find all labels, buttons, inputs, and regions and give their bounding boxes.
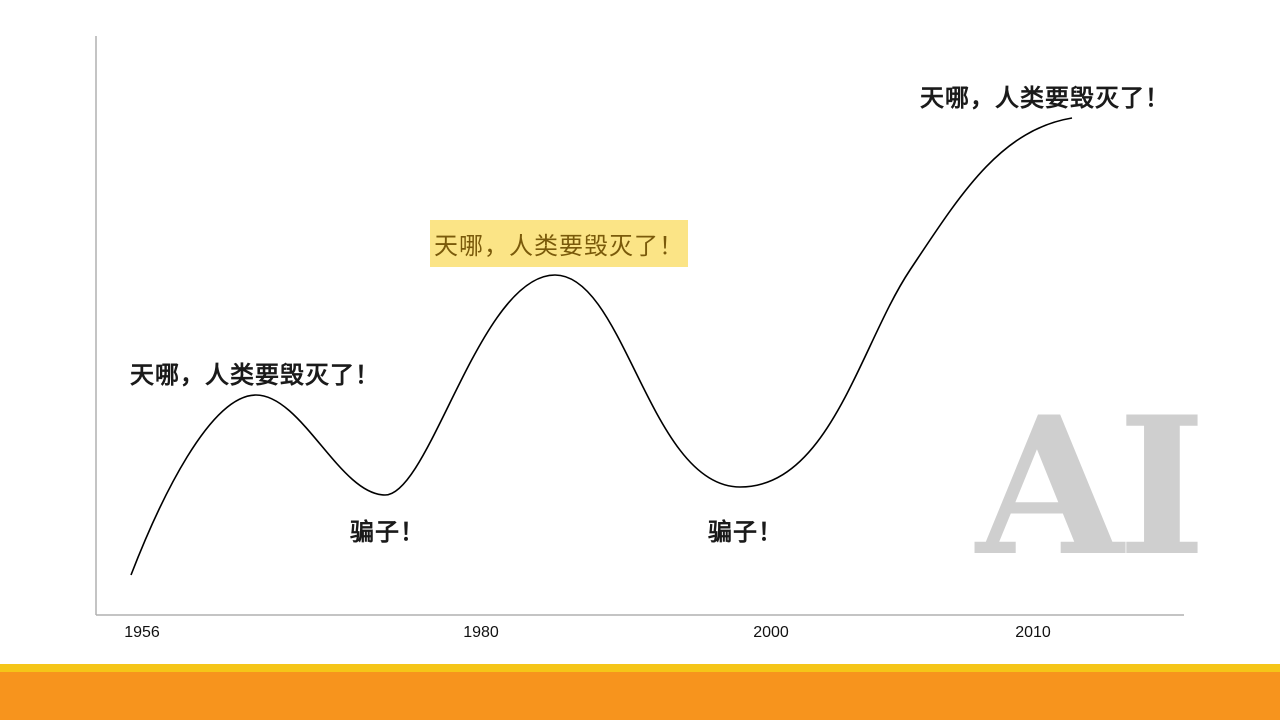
- annotation-trough-2: 骗子！: [708, 517, 783, 546]
- annotation-peak-3: 天哪，人类要毁灭了！: [920, 83, 1170, 112]
- x-tick-label: 1956: [124, 624, 160, 641]
- x-tick-label: 2000: [753, 624, 789, 641]
- footer-band-yellow: [0, 664, 1280, 672]
- slide: 1956 1980 2000 2010 天哪，人类要毁灭了！ 骗子！ 天哪，人类…: [0, 0, 1280, 720]
- hype-curve: [130, 117, 1073, 576]
- x-tick-label: 1980: [463, 624, 499, 641]
- x-tick-label: 2010: [1015, 624, 1051, 641]
- ai-logo: AI: [976, 375, 1206, 598]
- footer-band-orange: [0, 672, 1280, 720]
- annotation-peak-2-highlighted: 天哪，人类要毁灭了！: [430, 220, 688, 267]
- annotation-peak-1: 天哪，人类要毁灭了！: [130, 360, 380, 389]
- annotation-trough-1: 骗子！: [350, 517, 425, 546]
